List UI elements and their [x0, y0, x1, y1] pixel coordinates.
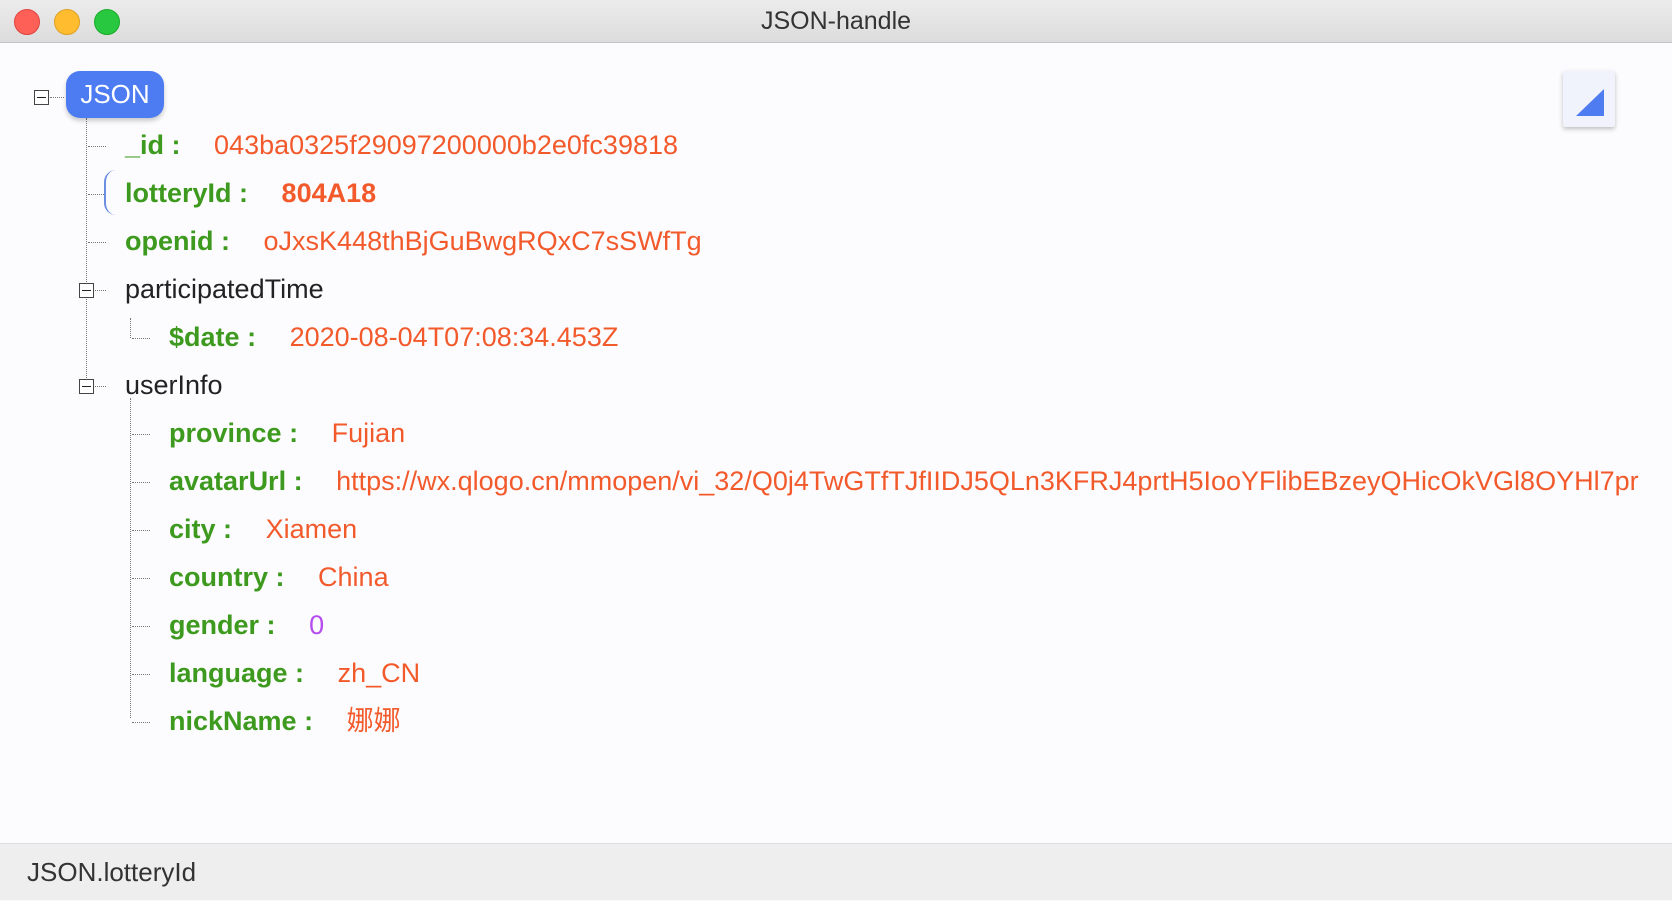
tree-row[interactable]: $date : 2020-08-04T07:08:34.453Z — [169, 317, 618, 357]
collapse-minus-icon[interactable] — [34, 90, 49, 105]
key-colon: : — [266, 610, 276, 640]
tree-connector — [95, 290, 106, 291]
key-colon: : — [239, 178, 249, 208]
tree-connector — [88, 146, 106, 147]
object-key-label: participatedTime — [125, 274, 324, 304]
tree-connector — [132, 722, 150, 723]
tree-connector — [132, 530, 150, 531]
tree-row[interactable]: openid : oJxsK448thBjGuBwgRQxC7sSWfTg — [125, 221, 702, 261]
tree-connector — [132, 626, 150, 627]
status-bar: JSON.lotteryId — [0, 843, 1672, 900]
value-string: oJxsK448thBjGuBwgRQxC7sSWfTg — [263, 226, 702, 256]
tree-row[interactable]: language : zh_CN — [169, 653, 420, 693]
tree-row[interactable]: _id : 043ba0325f29097200000b2e0fc39818 — [125, 125, 678, 165]
key-colon: : — [247, 322, 257, 352]
key-label: language — [169, 658, 288, 688]
tree-connector — [50, 97, 64, 98]
key-label: gender — [169, 610, 260, 640]
tree-guide-line — [86, 118, 87, 380]
tree-row-object[interactable]: userInfo — [125, 365, 223, 405]
value-string: 043ba0325f29097200000b2e0fc39818 — [214, 130, 679, 160]
key-label: nickName — [169, 706, 297, 736]
key-colon: : — [295, 658, 305, 688]
tree-row[interactable]: avatarUrl : https://wx.qlogo.cn/mmopen/v… — [169, 461, 1672, 501]
tree-guide-line — [130, 398, 131, 718]
selection-marker — [104, 170, 116, 215]
key-colon: : — [304, 706, 314, 736]
tree-connector — [132, 578, 150, 579]
tree-row[interactable]: city : Xiamen — [169, 509, 357, 549]
tree-row[interactable]: province : Fujian — [169, 413, 405, 453]
key-colon: : — [171, 130, 181, 160]
title-bar: JSON-handle — [0, 0, 1672, 43]
corner-toggle-button[interactable] — [1563, 71, 1615, 127]
tree-row-object[interactable]: participatedTime — [125, 269, 324, 309]
key-colon: : — [289, 418, 299, 448]
value-string: zh_CN — [337, 658, 421, 688]
tree-connector — [132, 338, 150, 339]
key-label: avatarUrl — [169, 466, 287, 496]
corner-triangle-icon — [1576, 89, 1604, 116]
value-string: 2020-08-04T07:08:34.453Z — [289, 322, 619, 352]
key-colon: : — [275, 562, 285, 592]
collapse-minus-icon[interactable] — [79, 379, 94, 394]
key-label: $date — [169, 322, 240, 352]
tree-connector — [132, 482, 150, 483]
value-url[interactable]: https://wx.qlogo.cn/mmopen/vi_32/Q0j4TwG… — [336, 466, 1639, 496]
tree-connector — [132, 674, 150, 675]
tree-connector — [132, 434, 150, 435]
tree-row[interactable]: nickName : 娜娜 — [169, 701, 401, 741]
key-label: openid — [125, 226, 214, 256]
status-path: JSON.lotteryId — [27, 857, 197, 887]
tree-connector — [88, 242, 106, 243]
tree-row-selected[interactable]: lotteryId : 804A18 — [125, 173, 376, 213]
key-label: country — [169, 562, 269, 592]
value-number: 0 — [309, 610, 325, 640]
window-title: JSON-handle — [760, 7, 912, 35]
value-string: 804A18 — [281, 178, 377, 208]
value-string: China — [318, 562, 389, 592]
tree-connector — [95, 386, 106, 387]
key-colon: : — [293, 466, 303, 496]
tree-row[interactable]: country : China — [169, 557, 389, 597]
value-string: Xiamen — [265, 514, 358, 544]
key-colon: : — [223, 514, 233, 544]
key-colon: : — [221, 226, 231, 256]
key-label: lotteryId — [125, 178, 232, 208]
key-label: _id — [125, 130, 165, 160]
root-node-badge[interactable]: JSON — [66, 71, 164, 118]
key-label: province — [169, 418, 282, 448]
collapse-minus-icon[interactable] — [79, 283, 94, 298]
app-window: JSON-handle JSON _id : 043ba0325f2909720… — [0, 0, 1672, 900]
value-string: 娜娜 — [346, 706, 401, 736]
object-key-label: userInfo — [125, 370, 223, 400]
key-label: city — [169, 514, 216, 544]
tree-row[interactable]: gender : 0 — [169, 605, 324, 645]
value-string: Fujian — [331, 418, 406, 448]
tree-guide-line — [130, 318, 131, 338]
